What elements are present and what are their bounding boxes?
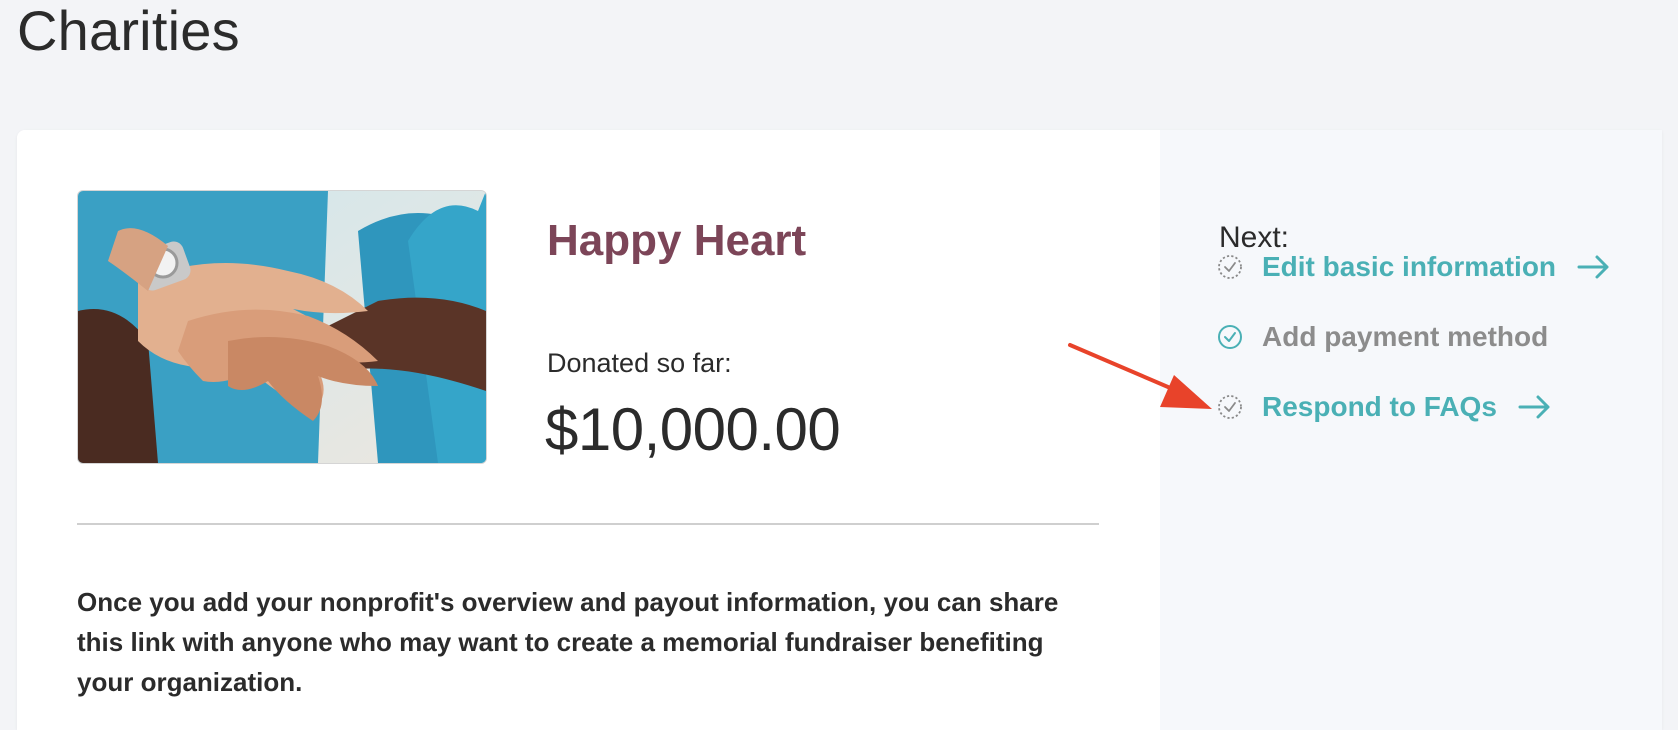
step-edit-basic-information[interactable]: Edit basic information bbox=[1215, 232, 1612, 302]
page-title: Charities bbox=[17, 0, 240, 62]
annotation-arrow-icon bbox=[1068, 343, 1212, 409]
next-steps-list: Edit basic information Add payment metho… bbox=[1215, 232, 1612, 442]
step-add-payment-method: Add payment method bbox=[1215, 302, 1612, 372]
step-respond-to-faqs[interactable]: Respond to FAQs bbox=[1215, 372, 1612, 442]
arrow-right-icon[interactable] bbox=[1517, 392, 1553, 422]
divider bbox=[77, 523, 1099, 525]
charity-card: Happy Heart Donated so far: $10,000.00 O… bbox=[17, 130, 1662, 730]
dashed-check-circle-icon bbox=[1215, 252, 1245, 282]
charity-photo-hands-image bbox=[78, 191, 486, 463]
donated-amount: $10,000.00 bbox=[545, 396, 841, 463]
charity-description: Once you add your nonprofit's overview a… bbox=[77, 587, 1059, 697]
step-label[interactable]: Edit basic information bbox=[1262, 232, 1556, 302]
arrow-right-icon[interactable] bbox=[1576, 252, 1612, 282]
charity-main-panel: Happy Heart Donated so far: $10,000.00 O… bbox=[17, 130, 1160, 730]
charity-name: Happy Heart bbox=[547, 216, 807, 265]
charity-photo bbox=[77, 190, 487, 464]
step-label: Add payment method bbox=[1262, 321, 1549, 352]
step-label[interactable]: Respond to FAQs bbox=[1262, 372, 1497, 442]
